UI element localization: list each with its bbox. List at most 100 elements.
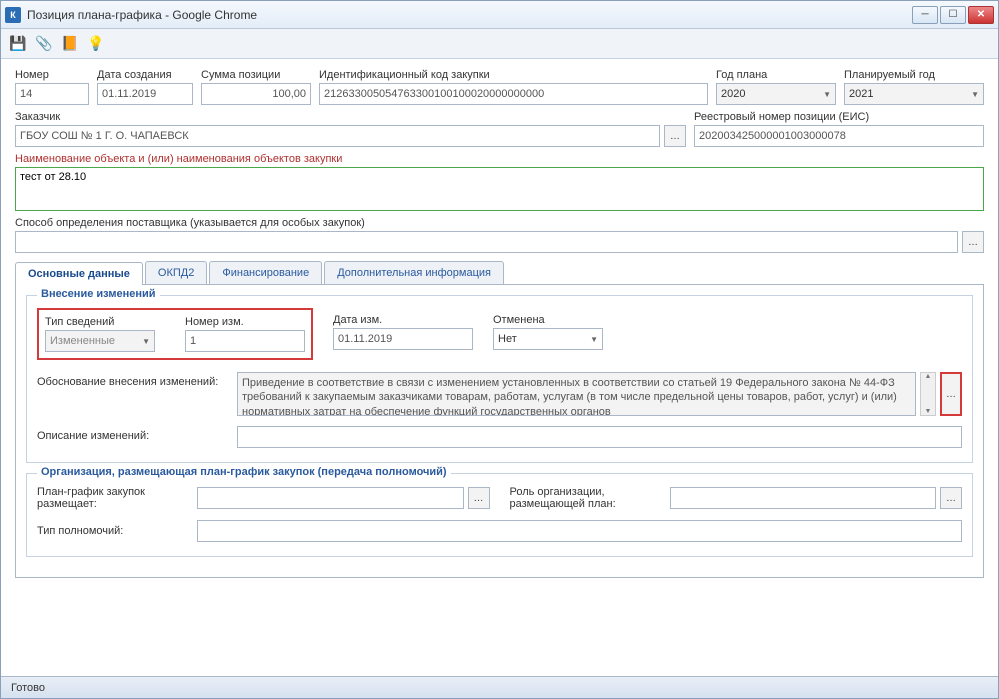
role-input xyxy=(670,487,937,509)
plan-year-label: Год плана xyxy=(716,69,836,81)
scrollbar[interactable]: ▲▼ xyxy=(920,372,936,416)
plan-field: План-график закупок размещает: … xyxy=(37,486,490,510)
plan-label: План-график закупок размещает: xyxy=(37,486,187,510)
org-title: Организация, размещающая план-график зак… xyxy=(37,466,451,478)
registry-label: Реестровый номер позиции (ЕИС) xyxy=(694,111,984,123)
sum-input xyxy=(201,83,311,105)
name-field: Наименование объекта и (или) наименовани… xyxy=(15,153,984,211)
description-label: Описание изменений: xyxy=(37,426,227,448)
date-created-input xyxy=(97,83,193,105)
red-highlight-box: Тип сведений Измененные ▼ Номер изм. xyxy=(37,308,313,360)
id-code-field: Идентификационный код закупки xyxy=(319,69,708,105)
customer-field: Заказчик … xyxy=(15,111,686,147)
description-row: Описание изменений: xyxy=(37,426,962,448)
change-num-input xyxy=(185,330,305,352)
role-label: Роль организации, размещающей план: xyxy=(510,486,660,510)
justification-label: Обоснование внесения изменений: xyxy=(37,372,227,416)
scroll-down-icon: ▼ xyxy=(925,408,932,415)
justification-textarea xyxy=(237,372,916,416)
date-created-label: Дата создания xyxy=(97,69,193,81)
method-label: Способ определения поставщика (указывает… xyxy=(15,217,984,229)
planned-year-label: Планируемый год xyxy=(844,69,984,81)
change-date-label: Дата изм. xyxy=(333,314,473,326)
justification-lookup-button[interactable]: … xyxy=(940,372,962,416)
change-date-field: Дата изм. xyxy=(333,308,473,350)
auth-type-label: Тип полномочий: xyxy=(37,525,187,537)
scroll-up-icon: ▲ xyxy=(925,373,932,380)
status-text: Готово xyxy=(11,682,45,694)
registry-input xyxy=(694,125,984,147)
chevron-down-icon: ▼ xyxy=(823,90,831,99)
header-row-2: Заказчик … Реестровый номер позиции (ЕИС… xyxy=(15,111,984,147)
maximize-button[interactable]: ☐ xyxy=(940,6,966,24)
cancelled-select[interactable]: Нет ▼ xyxy=(493,328,603,350)
app-window: К Позиция плана-графика - Google Chrome … xyxy=(0,0,999,699)
change-date-input xyxy=(333,328,473,350)
tab-main[interactable]: Основные данные xyxy=(15,262,143,285)
justification-row: Обоснование внесения изменений: ▲▼ … xyxy=(37,372,962,416)
customer-lookup-button[interactable]: … xyxy=(664,125,686,147)
tab-okpd2[interactable]: ОКПД2 xyxy=(145,261,207,284)
save-icon[interactable]: 💾 xyxy=(9,35,27,53)
help-icon[interactable]: 💡 xyxy=(87,35,105,53)
change-num-field: Номер изм. xyxy=(185,316,305,352)
window-controls: ─ ☐ ✕ xyxy=(912,6,994,24)
method-input xyxy=(15,231,958,253)
title-left: К Позиция плана-графика - Google Chrome xyxy=(5,7,257,23)
id-code-label: Идентификационный код закупки xyxy=(319,69,708,81)
plan-year-select[interactable]: 2020 ▼ xyxy=(716,83,836,105)
org-fieldset: Организация, размещающая план-график зак… xyxy=(26,473,973,557)
statusbar: Готово xyxy=(1,676,998,698)
auth-type-field: Тип полномочий: xyxy=(37,520,962,542)
chevron-down-icon: ▼ xyxy=(971,90,979,99)
auth-type-input xyxy=(197,520,962,542)
plan-input xyxy=(197,487,464,509)
content-area: Номер Дата создания Сумма позиции Иденти… xyxy=(1,59,998,676)
close-button[interactable]: ✕ xyxy=(968,6,994,24)
planned-year-field: Планируемый год 2021 ▼ xyxy=(844,69,984,105)
plan-lookup-button[interactable]: … xyxy=(468,487,490,509)
method-field: Способ определения поставщика (указывает… xyxy=(15,217,984,253)
number-input xyxy=(15,83,89,105)
role-field: Роль организации, размещающей план: … xyxy=(510,486,963,510)
name-label: Наименование объекта и (или) наименовани… xyxy=(15,153,984,165)
id-code-input xyxy=(319,83,708,105)
method-lookup-button[interactable]: … xyxy=(962,231,984,253)
type-label: Тип сведений xyxy=(45,316,155,328)
type-value: Измененные xyxy=(50,335,115,347)
app-icon: К xyxy=(5,7,21,23)
cancelled-field: Отменена Нет ▼ xyxy=(493,308,603,350)
number-field: Номер xyxy=(15,69,89,105)
titlebar: К Позиция плана-графика - Google Chrome … xyxy=(1,1,998,29)
changes-title: Внесение изменений xyxy=(37,288,160,300)
customer-input xyxy=(15,125,660,147)
customer-label: Заказчик xyxy=(15,111,686,123)
tab-additional[interactable]: Дополнительная информация xyxy=(324,261,504,284)
book-icon[interactable]: 📙 xyxy=(61,35,79,53)
sum-label: Сумма позиции xyxy=(201,69,311,81)
changes-fieldset: Внесение изменений Тип сведений Измененн… xyxy=(26,295,973,463)
number-label: Номер xyxy=(15,69,89,81)
change-num-label: Номер изм. xyxy=(185,316,305,328)
chevron-down-icon: ▼ xyxy=(590,335,598,344)
planned-year-select[interactable]: 2021 ▼ xyxy=(844,83,984,105)
sum-field: Сумма позиции xyxy=(201,69,311,105)
registry-field: Реестровый номер позиции (ЕИС) xyxy=(694,111,984,147)
attach-icon[interactable]: 📎 xyxy=(35,35,53,53)
minimize-button[interactable]: ─ xyxy=(912,6,938,24)
role-lookup-button[interactable]: … xyxy=(940,487,962,509)
name-textarea[interactable] xyxy=(15,167,984,211)
type-select[interactable]: Измененные ▼ xyxy=(45,330,155,352)
cancelled-label: Отменена xyxy=(493,314,603,326)
cancelled-value: Нет xyxy=(498,333,517,345)
tabs: Основные данные ОКПД2 Финансирование Доп… xyxy=(15,261,984,285)
planned-year-value: 2021 xyxy=(849,88,873,100)
tab-financing[interactable]: Финансирование xyxy=(209,261,322,284)
date-created-field: Дата создания xyxy=(97,69,193,105)
type-field: Тип сведений Измененные ▼ xyxy=(45,316,155,352)
chevron-down-icon: ▼ xyxy=(142,337,150,346)
description-input[interactable] xyxy=(237,426,962,448)
header-row-1: Номер Дата создания Сумма позиции Иденти… xyxy=(15,69,984,105)
tab-body-main: Внесение изменений Тип сведений Измененн… xyxy=(15,285,984,578)
window-title: Позиция плана-графика - Google Chrome xyxy=(27,8,257,22)
